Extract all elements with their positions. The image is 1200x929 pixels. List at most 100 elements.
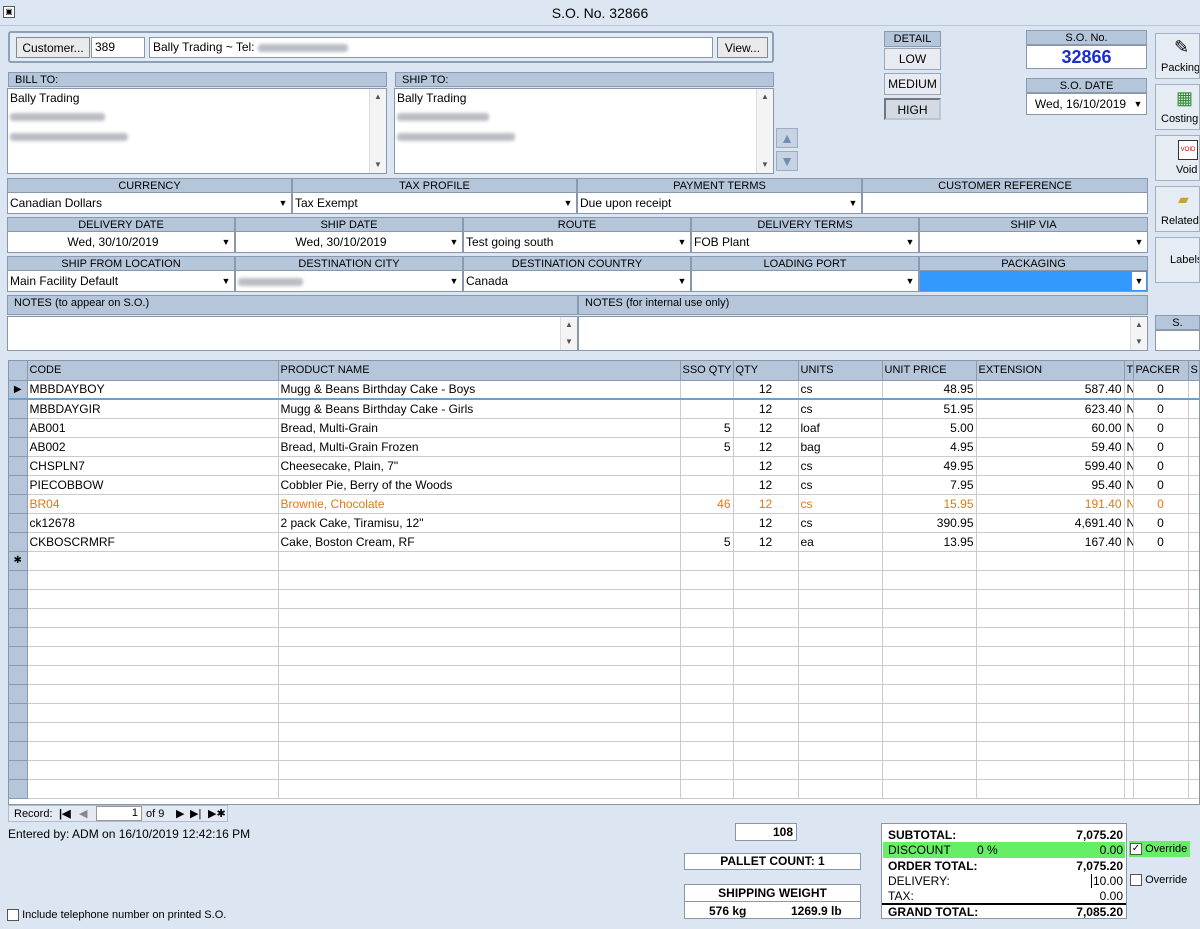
- cell-code[interactable]: [27, 646, 279, 666]
- cell-packer[interactable]: 0: [1133, 418, 1189, 438]
- related-button[interactable]: ▰ Related: [1155, 186, 1200, 232]
- table-row[interactable]: CKBOSCRMRF Cake, Boston Cream, RF 5 12 ea 13.…: [9, 532, 1199, 552]
- cell-unit-price[interactable]: 4.95: [882, 437, 977, 457]
- cell-s[interactable]: [1188, 570, 1199, 590]
- cell-unit-price[interactable]: [882, 722, 977, 742]
- row-selector[interactable]: [9, 494, 28, 514]
- cell-t[interactable]: [1124, 741, 1134, 761]
- cell-s[interactable]: [1188, 475, 1199, 495]
- cell-code[interactable]: CHSPLN7: [27, 456, 279, 476]
- chevron-down-icon[interactable]: ▼: [276, 194, 290, 212]
- cell-unit-price[interactable]: [882, 703, 977, 723]
- chevron-down-icon[interactable]: ▼: [1132, 272, 1146, 290]
- cell-t[interactable]: N..: [1124, 456, 1134, 476]
- cell-s[interactable]: [1188, 760, 1199, 780]
- scroll-up-icon[interactable]: ▲: [758, 90, 772, 104]
- cell-qty[interactable]: [733, 684, 799, 704]
- cell-product-name[interactable]: [278, 779, 681, 799]
- table-row[interactable]: [9, 589, 1199, 609]
- cell-extension[interactable]: 167.40: [976, 532, 1125, 552]
- cell-units[interactable]: cs: [798, 494, 883, 514]
- cell-sso-qty[interactable]: [680, 646, 734, 666]
- cell-packer[interactable]: [1133, 608, 1189, 628]
- col-t[interactable]: T.: [1124, 361, 1134, 381]
- cell-sso-qty[interactable]: [680, 722, 734, 742]
- cell-t[interactable]: [1124, 684, 1134, 704]
- cell-s[interactable]: [1188, 513, 1199, 533]
- cell-s[interactable]: [1188, 684, 1199, 704]
- customer-reference-field[interactable]: [862, 192, 1148, 214]
- row-selector[interactable]: ▶: [9, 380, 28, 400]
- cell-sso-qty[interactable]: [680, 684, 734, 704]
- cell-sso-qty[interactable]: [680, 475, 734, 495]
- cell-sso-qty[interactable]: 5: [680, 532, 734, 552]
- chevron-down-icon[interactable]: ▼: [903, 272, 917, 290]
- cell-packer[interactable]: 0: [1133, 513, 1189, 533]
- cell-extension[interactable]: [976, 684, 1125, 704]
- cell-unit-price[interactable]: 13.95: [882, 532, 977, 552]
- cell-s[interactable]: [1188, 779, 1199, 799]
- cell-sso-qty[interactable]: [680, 760, 734, 780]
- route-select[interactable]: Test going south ▼: [463, 231, 691, 253]
- prev-record-icon[interactable]: ◀: [79, 807, 87, 820]
- void-button[interactable]: VOID Void: [1155, 135, 1200, 181]
- cell-qty[interactable]: [733, 741, 799, 761]
- cell-extension[interactable]: [976, 665, 1125, 685]
- cell-product-name[interactable]: Cheesecake, Plain, 7": [278, 456, 681, 476]
- cell-extension[interactable]: [976, 627, 1125, 647]
- cell-packer[interactable]: 0: [1133, 494, 1189, 514]
- col-extension[interactable]: EXTENSION: [976, 361, 1125, 381]
- override-discount-checkbox[interactable]: ✓: [1130, 843, 1142, 856]
- col-product-name[interactable]: PRODUCT NAME: [278, 361, 681, 381]
- cell-units[interactable]: [798, 570, 883, 590]
- cell-packer[interactable]: [1133, 684, 1189, 704]
- ship-from-select[interactable]: Main Facility Default ▼: [7, 270, 235, 292]
- cell-s[interactable]: [1188, 627, 1199, 647]
- cell-code[interactable]: [27, 760, 279, 780]
- row-selector[interactable]: [9, 627, 28, 647]
- cell-sso-qty[interactable]: [680, 551, 734, 571]
- cell-sso-qty[interactable]: [680, 399, 734, 419]
- cell-product-name[interactable]: [278, 570, 681, 590]
- cell-extension[interactable]: 191.40: [976, 494, 1125, 514]
- cell-sso-qty[interactable]: 46: [680, 494, 734, 514]
- col-units[interactable]: UNITS: [798, 361, 883, 381]
- chevron-down-icon[interactable]: ▼: [561, 194, 575, 212]
- chevron-down-icon[interactable]: ▼: [903, 233, 917, 251]
- cell-units[interactable]: [798, 760, 883, 780]
- row-selector[interactable]: [9, 589, 28, 609]
- cell-sso-qty[interactable]: 5: [680, 418, 734, 438]
- table-row[interactable]: MBBDAYGIR Mugg & Beans Birthday Cake - Gi…: [9, 399, 1199, 419]
- new-record-icon[interactable]: ▶✱: [208, 807, 226, 820]
- customer-name-field[interactable]: Bally Trading ~ Tel:: [149, 37, 713, 58]
- cell-sso-qty[interactable]: [680, 456, 734, 476]
- cell-s[interactable]: [1188, 741, 1199, 761]
- cell-product-name[interactable]: 2 pack Cake, Tiramisu, 12": [278, 513, 681, 533]
- cell-sso-qty[interactable]: [680, 570, 734, 590]
- cell-unit-price[interactable]: [882, 760, 977, 780]
- cell-packer[interactable]: 0: [1133, 475, 1189, 495]
- cell-product-name[interactable]: [278, 551, 681, 571]
- view-button[interactable]: View...: [717, 37, 768, 58]
- cell-code[interactable]: AB001: [27, 418, 279, 438]
- cell-qty[interactable]: [733, 627, 799, 647]
- cell-code[interactable]: [27, 665, 279, 685]
- row-selector[interactable]: [9, 513, 28, 533]
- cell-product-name[interactable]: [278, 703, 681, 723]
- cell-packer[interactable]: [1133, 760, 1189, 780]
- cell-packer[interactable]: 0: [1133, 456, 1189, 476]
- chevron-down-icon[interactable]: ▼: [447, 272, 461, 290]
- cell-t[interactable]: [1124, 589, 1134, 609]
- cell-product-name[interactable]: Cake, Boston Cream, RF: [278, 532, 681, 552]
- detail-medium-button[interactable]: MEDIUM: [884, 73, 941, 95]
- cell-code[interactable]: [27, 722, 279, 742]
- cell-sso-qty[interactable]: [680, 627, 734, 647]
- cell-units[interactable]: cs: [798, 456, 883, 476]
- ship-to-box[interactable]: Bally Trading ▲ ▼: [394, 88, 774, 174]
- side-s-field[interactable]: [1155, 330, 1200, 351]
- ship-via-select[interactable]: ▼: [919, 231, 1148, 253]
- col-packer[interactable]: PACKER: [1133, 361, 1189, 381]
- cell-packer[interactable]: [1133, 570, 1189, 590]
- cell-sso-qty[interactable]: [680, 513, 734, 533]
- notes-so-field[interactable]: ▲ ▼: [7, 316, 578, 351]
